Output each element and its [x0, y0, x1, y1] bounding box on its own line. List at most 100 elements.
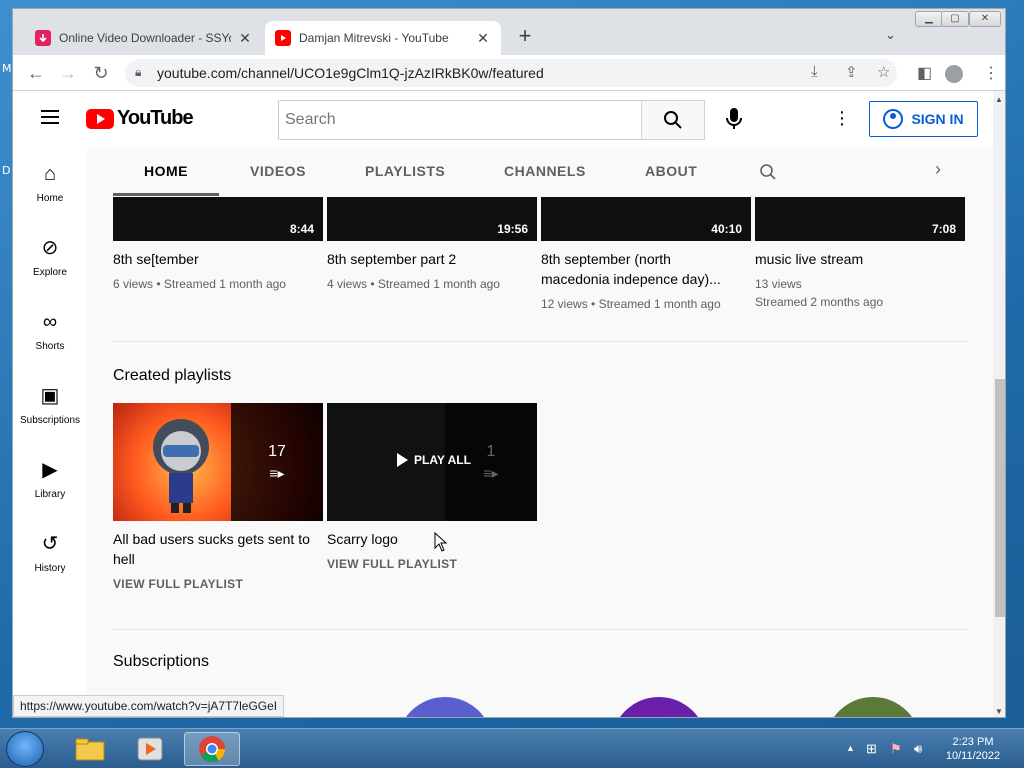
- settings-more-icon[interactable]: · · ·: [838, 102, 846, 134]
- view-full-playlist-link[interactable]: VIEW FULL PLAYLIST: [327, 557, 537, 571]
- video-card[interactable]: 7:08 music live stream 13 views Streamed …: [755, 197, 965, 311]
- guide-item-library[interactable]: ▶ Library: [13, 457, 87, 500]
- video-duration: 19:56: [494, 221, 531, 237]
- playlist-thumbnail[interactable]: 1 ≡▸ PLAY ALL: [327, 403, 537, 521]
- forward-button[interactable]: →: [56, 61, 80, 85]
- tab-about[interactable]: ABOUT: [645, 163, 697, 179]
- video-thumbnail[interactable]: 40:10: [541, 197, 751, 241]
- video-title[interactable]: music live stream: [755, 249, 965, 269]
- sign-in-label: SIGN IN: [911, 111, 964, 127]
- video-title[interactable]: 8th se[tember: [113, 249, 323, 269]
- install-icon[interactable]: ⤓: [811, 63, 818, 80]
- search-input[interactable]: [279, 101, 641, 139]
- view-full-playlist-link[interactable]: VIEW FULL PLAYLIST: [113, 577, 323, 591]
- library-icon: ▶: [42, 459, 58, 481]
- playlist-card[interactable]: 1 ≡▸ PLAY ALL Scarry logo VIEW FULL PLAY…: [327, 403, 537, 571]
- channel-search-icon[interactable]: [759, 163, 777, 181]
- mouse-cursor-icon: [434, 532, 448, 552]
- taskbar-explorer-button[interactable]: [62, 732, 118, 766]
- mini-guide: ⌂ Home ⊘ Explore ∞ Shorts ▣ Subscription…: [13, 147, 87, 717]
- scroll-down-arrow-icon[interactable]: ▼: [995, 707, 1003, 716]
- tab-playlists[interactable]: PLAYLISTS: [365, 163, 445, 179]
- address-bar[interactable]: 🔒︎ youtube.com/channel/UCO1e9gClm1Q-jzAz…: [125, 59, 897, 87]
- playlist-card[interactable]: 17 ≡▸ All bad users sucks gets sent to h…: [113, 403, 323, 591]
- subscription-avatar[interactable]: [397, 697, 493, 717]
- search-button[interactable]: [641, 100, 705, 140]
- menu-hamburger-icon[interactable]: [41, 110, 59, 128]
- guide-item-explore[interactable]: ⊘ Explore: [13, 235, 87, 278]
- desktop-icon-fragment: D: [2, 164, 11, 177]
- minimize-button[interactable]: ▁: [915, 11, 943, 27]
- guide-label: History: [34, 563, 66, 574]
- tab-search-chevron-icon[interactable]: ⌄: [885, 27, 896, 43]
- section-divider: [113, 341, 969, 342]
- tab-videos[interactable]: VIDEOS: [250, 163, 306, 179]
- microphone-icon[interactable]: [725, 107, 743, 131]
- action-center-icon[interactable]: ⚑: [890, 741, 902, 757]
- search-box[interactable]: [278, 100, 642, 140]
- video-card[interactable]: 19:56 8th september part 2 4 views • Str…: [327, 197, 537, 293]
- volume-icon[interactable]: 🔊︎: [914, 741, 922, 757]
- side-panel-icon[interactable]: ◧: [917, 63, 932, 83]
- playlist-queue-icon: ≡▸: [269, 464, 285, 481]
- tab-youtube[interactable]: Damjan Mitrevski - YouTube ✕: [265, 21, 501, 55]
- guide-item-shorts[interactable]: ∞ Shorts: [13, 309, 87, 352]
- subscription-avatar[interactable]: [611, 697, 707, 717]
- guide-item-subscriptions[interactable]: ▣ Subscriptions: [13, 383, 87, 426]
- channel-tabs: HOME VIDEOS PLAYLISTS CHANNELS ABOUT ›: [87, 147, 993, 197]
- tray-expand-icon[interactable]: ▲: [846, 743, 855, 753]
- share-icon[interactable]: ⇪: [845, 63, 858, 81]
- guide-item-home[interactable]: ⌂ Home: [13, 161, 87, 204]
- network-icon[interactable]: ⊞: [866, 741, 877, 757]
- video-card[interactable]: 8:44 8th se[tember 6 views • Streamed 1 …: [113, 197, 323, 293]
- sign-in-button[interactable]: SIGN IN: [869, 101, 978, 137]
- tab-home[interactable]: HOME: [144, 163, 188, 179]
- reload-button[interactable]: ↻: [89, 61, 113, 85]
- close-tab-icon[interactable]: ✕: [475, 30, 491, 47]
- playlist-title[interactable]: All bad users sucks gets sent to hell: [113, 529, 323, 569]
- video-thumbnail[interactable]: 19:56: [327, 197, 537, 241]
- video-meta: 4 views • Streamed 1 month ago: [327, 277, 500, 291]
- close-tab-icon[interactable]: ✕: [237, 30, 253, 47]
- playlist-count: 17: [268, 442, 286, 460]
- video-card[interactable]: 40:10 8th september (north macedonia ind…: [541, 197, 751, 313]
- taskbar-media-player-button[interactable]: [122, 732, 178, 766]
- scroll-up-arrow-icon[interactable]: ▲: [995, 95, 1003, 104]
- page-scrollbar[interactable]: ▲ ▼: [993, 91, 1005, 717]
- video-title[interactable]: 8th september part 2: [327, 249, 537, 269]
- tab-channels[interactable]: CHANNELS: [504, 163, 586, 179]
- video-thumbnail[interactable]: 8:44: [113, 197, 323, 241]
- subscriptions-icon: ▣: [40, 385, 60, 407]
- close-window-button[interactable]: ✕: [969, 11, 1001, 27]
- scrollbar-thumb[interactable]: [995, 379, 1005, 617]
- chrome-menu-icon[interactable]: ⋮: [983, 63, 999, 83]
- folder-icon: [75, 738, 105, 761]
- play-icon: [397, 453, 408, 467]
- character-image: [153, 419, 209, 513]
- channel-content: 8:44 8th se[tember 6 views • Streamed 1 …: [87, 197, 993, 717]
- back-button[interactable]: ←: [24, 61, 48, 85]
- youtube-logo[interactable]: YouTube: [86, 107, 194, 130]
- guide-item-history[interactable]: ↺ History: [13, 531, 87, 574]
- subscription-avatar[interactable]: [825, 697, 921, 717]
- start-button[interactable]: [6, 731, 44, 767]
- taskbar-chrome-button[interactable]: [184, 732, 240, 766]
- video-meta: 13 views Streamed 2 months ago: [755, 277, 884, 309]
- video-title[interactable]: 8th september (north macedonia indepence…: [541, 249, 731, 289]
- playlist-title[interactable]: Scarry logo: [327, 529, 537, 549]
- new-tab-button[interactable]: +: [513, 25, 537, 47]
- downloader-favicon-icon: [35, 30, 51, 46]
- bookmark-star-icon[interactable]: ☆: [877, 63, 890, 81]
- system-clock[interactable]: 2:23 PM 10/11/2022: [940, 735, 1006, 763]
- playlist-thumbnail[interactable]: 17 ≡▸: [113, 403, 323, 521]
- maximize-button[interactable]: ▢: [941, 11, 969, 27]
- video-thumbnail[interactable]: 7:08: [755, 197, 965, 241]
- profile-avatar[interactable]: [945, 65, 963, 83]
- play-all-button[interactable]: PLAY ALL: [397, 453, 471, 467]
- lock-icon: 🔒︎: [135, 65, 142, 79]
- logo-text: YouTube: [117, 107, 194, 129]
- chevron-right-icon[interactable]: ›: [935, 159, 941, 180]
- taskbar: ▲ ⊞ ⚑ 🔊︎ 2:23 PM 10/11/2022: [0, 728, 1024, 768]
- created-playlists-heading: Created playlists: [113, 367, 232, 384]
- tab-downloader[interactable]: Online Video Downloader - SSYo ✕: [25, 21, 263, 55]
